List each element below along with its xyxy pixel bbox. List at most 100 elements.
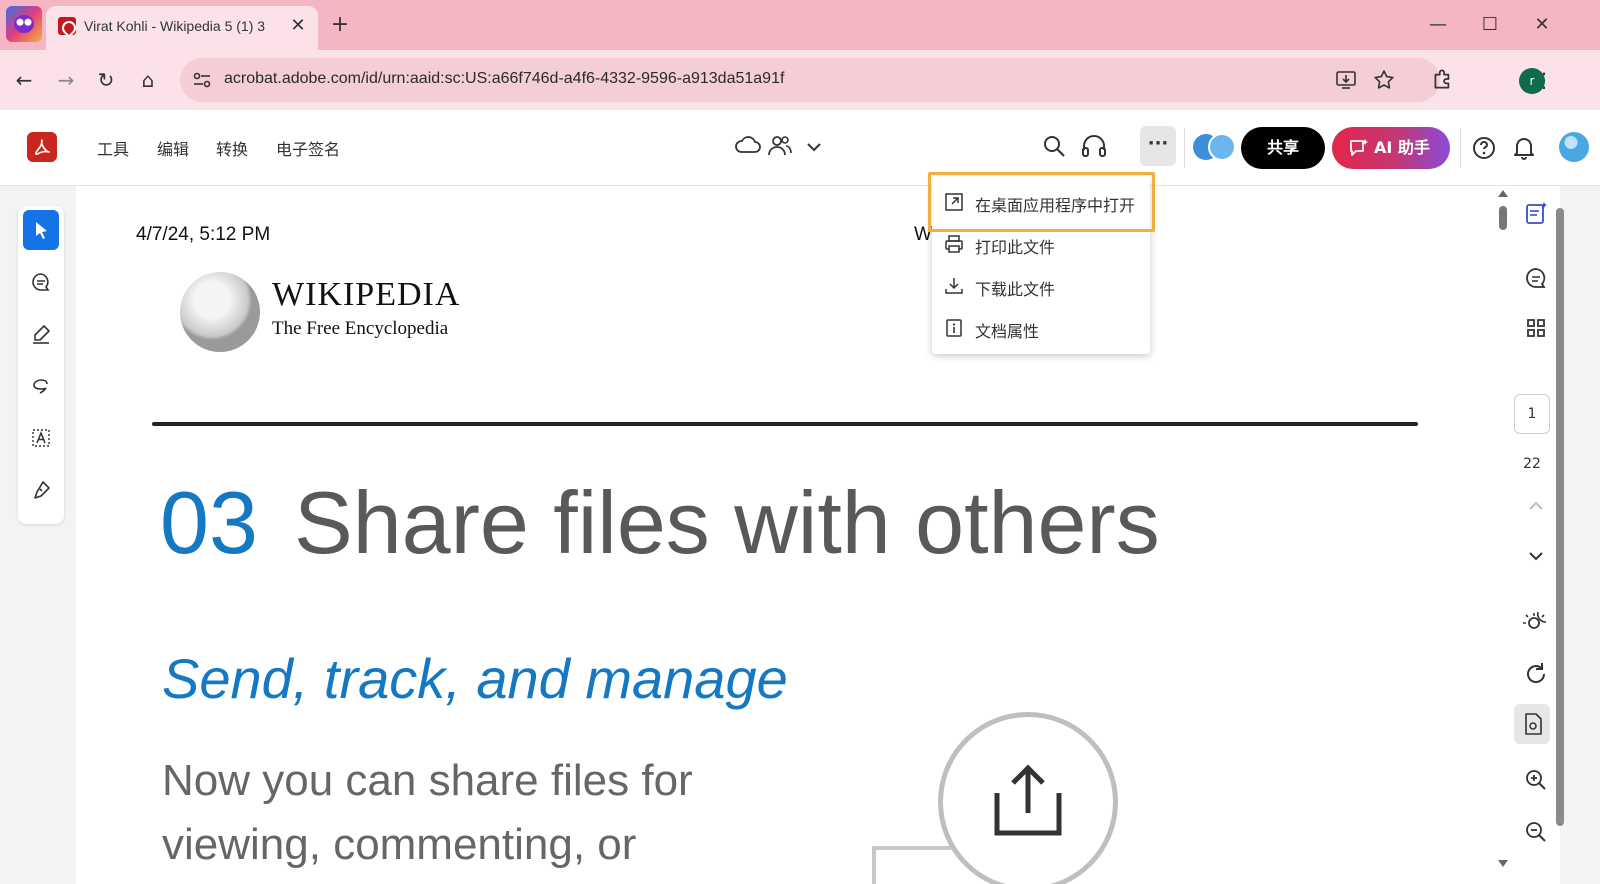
toolbar-divider <box>1460 128 1461 168</box>
user-avatar[interactable] <box>1559 132 1589 162</box>
cursor-arrow-icon <box>36 222 47 239</box>
heading-number: 03 <box>160 473 258 572</box>
window-maximize-button[interactable]: ☐ <box>1474 10 1506 40</box>
scroll-down-arrow[interactable] <box>1498 860 1508 867</box>
total-pages: 22 <box>1523 456 1541 472</box>
heading-text: Share files with others <box>294 473 1160 572</box>
ai-assistant-icon <box>1350 139 1368 156</box>
select-tool-button[interactable] <box>23 210 59 250</box>
doc-print-date: 4/7/24, 5:12 PM <box>136 224 271 245</box>
download-icon <box>945 278 963 294</box>
menu-edit[interactable]: 编辑 <box>157 136 189 160</box>
window-scroll-thumb[interactable] <box>1556 208 1564 826</box>
wikipedia-tagline: The Free Encyclopedia <box>272 318 449 339</box>
document-viewport[interactable]: 4/7/24, 5:12 PM Wiki WIKIPEDIA The Free … <box>76 186 1538 884</box>
cloud-icon[interactable] <box>732 130 764 162</box>
ai-assistant-button[interactable]: AI 助手 <box>1332 127 1450 169</box>
window-minimize-button[interactable]: — <box>1422 10 1454 40</box>
body-line-2: viewing, commenting, or <box>162 820 637 869</box>
menu-convert[interactable]: 转换 <box>216 136 248 160</box>
lasso-draw-icon <box>33 379 48 394</box>
browser-toolbar: ← → ↻ ⌂ acrobat.adobe.com/id/urn:aaid:sc… <box>0 50 1600 110</box>
page-organize-button[interactable] <box>1514 704 1550 744</box>
thumbnails-grid-icon[interactable] <box>1520 312 1552 344</box>
acrobat-logo-icon[interactable] <box>27 132 57 162</box>
zoom-in-icon[interactable] <box>1520 764 1552 796</box>
extensions-puzzle-icon[interactable] <box>1430 66 1456 92</box>
back-button[interactable]: ← <box>8 64 40 96</box>
acrobat-toolbar: 工具 编辑 转换 电子签名 ··· 共享 AI 助手 <box>0 110 1600 186</box>
highlight-tool-button[interactable] <box>23 314 59 354</box>
people-icon[interactable] <box>764 130 796 162</box>
right-panel-rail <box>1512 186 1560 884</box>
menu-download-file[interactable]: 下载此文件 <box>932 266 1150 306</box>
draw-freehand-button[interactable] <box>23 366 59 406</box>
help-icon[interactable] <box>1468 132 1500 164</box>
toolbar-divider <box>1184 128 1185 168</box>
quick-tools-rail <box>18 206 64 524</box>
chevron-down-icon[interactable] <box>800 132 832 164</box>
rotate-icon[interactable] <box>1520 658 1552 690</box>
notifications-bell-icon[interactable] <box>1508 132 1540 164</box>
horizontal-rule <box>152 422 1418 426</box>
document-settings-icon <box>1525 713 1542 735</box>
comments-panel-icon[interactable] <box>1520 262 1552 294</box>
menu-item-focus-highlight <box>928 172 1155 232</box>
browser-tab[interactable]: Virat Kohli - Wikipedia 5 (1) 3 ✕ <box>46 6 318 50</box>
wikipedia-wordmark: WIKIPEDIA <box>272 276 461 313</box>
menu-document-properties[interactable]: 文档属性 <box>932 308 1150 348</box>
share-button[interactable]: 共享 <box>1241 127 1325 169</box>
ai-summary-icon[interactable] <box>1520 198 1552 230</box>
menu-item-label: 打印此文件 <box>975 238 1056 257</box>
highlighter-pen-icon <box>33 325 50 344</box>
body-line-1: Now you can share files for <box>162 756 693 805</box>
new-tab-button[interactable]: + <box>326 12 354 40</box>
upload-share-icon <box>994 764 1062 836</box>
forward-button[interactable]: → <box>50 64 82 96</box>
browser-tab-strip: Virat Kohli - Wikipedia 5 (1) 3 ✕ + — ☐ … <box>0 0 1600 50</box>
info-icon <box>946 319 962 337</box>
tab-close-icon[interactable]: ✕ <box>286 14 310 38</box>
text-box-tool-button[interactable] <box>23 418 59 458</box>
comment-icon <box>32 273 50 291</box>
add-comment-button[interactable] <box>23 262 59 302</box>
url-text: acrobat.adobe.com/id/urn:aaid:sc:US:a66f… <box>224 70 785 87</box>
pdf-page: 4/7/24, 5:12 PM Wiki WIKIPEDIA The Free … <box>76 186 1530 884</box>
app-logo-icon[interactable] <box>6 6 42 42</box>
chevron-up-icon[interactable] <box>1520 490 1552 522</box>
current-page-input[interactable]: 1 <box>1514 394 1550 434</box>
install-app-icon[interactable] <box>1334 68 1358 92</box>
ai-assistant-label: AI 助手 <box>1374 138 1430 157</box>
scroll-thumb[interactable] <box>1499 206 1507 230</box>
menu-esign[interactable]: 电子签名 <box>276 136 340 160</box>
document-scrollbar[interactable] <box>1496 190 1510 880</box>
pen-sign-icon <box>34 481 50 499</box>
more-options-button[interactable]: ··· <box>1140 126 1176 166</box>
bookmark-star-icon[interactable] <box>1372 68 1396 92</box>
dark-mode-icon[interactable] <box>1520 606 1552 638</box>
site-info-icon[interactable] <box>190 68 214 92</box>
scroll-up-arrow[interactable] <box>1498 190 1508 197</box>
window-scrollbar[interactable] <box>1554 186 1566 884</box>
menu-item-label: 文档属性 <box>975 322 1040 341</box>
window-close-button[interactable]: ✕ <box>1526 10 1558 40</box>
sign-tool-button[interactable] <box>23 470 59 510</box>
share-illustration <box>938 712 1118 884</box>
reload-button[interactable]: ↻ <box>90 64 122 96</box>
menu-tools[interactable]: 工具 <box>97 136 129 160</box>
profile-avatar[interactable]: r <box>1519 68 1545 94</box>
wikipedia-globe-logo <box>180 272 260 352</box>
pdf-favicon-icon <box>58 17 76 35</box>
subheading: Send, track, and manage <box>162 647 788 710</box>
chevron-down-icon[interactable] <box>1520 540 1552 572</box>
menu-item-label: 下载此文件 <box>975 280 1056 299</box>
tab-title: Virat Kohli - Wikipedia 5 (1) 3 <box>84 18 266 34</box>
zoom-out-icon[interactable] <box>1520 816 1552 848</box>
search-icon[interactable] <box>1038 130 1070 162</box>
print-icon <box>945 235 963 253</box>
collaborators-avatars-icon[interactable] <box>1190 132 1238 162</box>
read-aloud-headphones-icon[interactable] <box>1078 130 1110 162</box>
home-button[interactable]: ⌂ <box>132 64 164 96</box>
text-box-icon <box>32 429 50 447</box>
address-bar[interactable]: acrobat.adobe.com/id/urn:aaid:sc:US:a66f… <box>180 58 1440 102</box>
